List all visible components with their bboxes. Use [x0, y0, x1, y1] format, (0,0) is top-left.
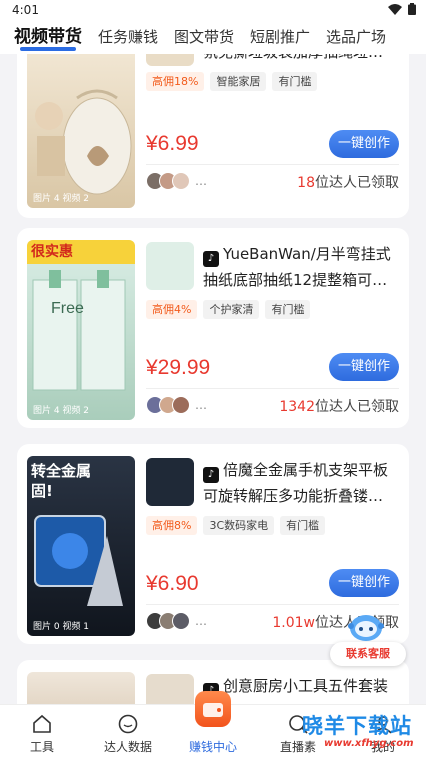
tab-product-square[interactable]: 选品广场 [326, 20, 386, 54]
product-card[interactable]: 图片 4 视频 2 氛免撕垃圾袋加厚抽绳垃… 高佣18% 智能家居 有门槛 ¥6… [17, 54, 409, 218]
title-text: YueBanWan/月半弯挂式 [223, 245, 391, 263]
divider [146, 604, 399, 605]
claimed-number: 1.01w [272, 615, 315, 631]
thumbnail-media-count: 图片 0 视频 1 [33, 622, 90, 632]
category-tag: 个护家清 [203, 300, 260, 319]
nav-label: 赚钱中心 [188, 740, 237, 754]
claimed-suffix: 位达人已领取 [315, 175, 399, 191]
product-title-line1: ♪ 倍魔全金属手机支架平板 [203, 458, 399, 483]
nav-creator-data[interactable]: 达人数据 [86, 705, 170, 759]
commission-tag: 高佣8% [146, 516, 198, 535]
product-title-line2: 抽纸底部抽纸12提整箱可… [203, 271, 388, 289]
tab-video-sales[interactable]: 视频带货 [14, 20, 82, 54]
product-tags: 高佣8% 3C数码家电 有门槛 [146, 516, 326, 535]
avatars-more: … [195, 174, 207, 188]
wifi-icon [388, 3, 402, 15]
claimed-number: 18 [297, 175, 315, 191]
product-tags: 高佣18% 智能家居 有门槛 [146, 72, 318, 91]
threshold-tag: 有门槛 [280, 516, 326, 535]
product-price: ¥29.99 [146, 356, 211, 379]
robot-icon [348, 615, 384, 641]
trash-bag-product-image [35, 89, 132, 195]
product-sub-image [146, 54, 194, 66]
tissue-box-product-image [32, 270, 126, 391]
tablet-stand-product-image [34, 515, 123, 606]
product-price: ¥6.90 [146, 572, 199, 595]
product-tags: 高佣4% 个护家清 有门槛 [146, 300, 311, 319]
product-sub-image [146, 674, 194, 704]
product-price: ¥6.99 [146, 132, 199, 155]
title-text: 倍魔全金属手机支架平板 [223, 461, 389, 479]
product-thumbnail[interactable]: 图片 4 视频 2 [27, 54, 135, 208]
thumbnail-brand: Free [51, 300, 84, 317]
category-tag: 3C数码家电 [203, 516, 275, 535]
product-title-line1: ♪创意厨房小工具五件套装 [203, 674, 399, 699]
create-button[interactable]: 一键创作 [329, 353, 399, 381]
avatar [172, 612, 190, 630]
product-sub-image [146, 242, 194, 290]
tiktok-icon: ♪ [203, 251, 219, 267]
product-thumbnail[interactable]: 很实惠 Free 图片 4 视频 2 [27, 240, 135, 420]
claimed-count: 18位达人已领取 [297, 172, 399, 192]
product-card[interactable]: 很实惠 Free 图片 4 视频 2 ♪ YueBanWan/月半弯挂式 抽纸底部… [17, 228, 409, 428]
tab-task-earn[interactable]: 任务赚钱 [98, 20, 158, 54]
claimed-count: 1342位达人已领取 [279, 396, 399, 416]
product-thumbnail[interactable] [27, 672, 135, 704]
avatar [172, 396, 190, 414]
creator-avatars: … [146, 172, 207, 190]
nav-label: 达人数据 [103, 740, 152, 754]
nav-earn-center[interactable]: 赚钱中心 [171, 691, 255, 759]
commission-tag: 高佣18% [146, 72, 205, 91]
threshold-tag: 有门槛 [272, 72, 318, 91]
product-title: 氛免撕垃圾袋加厚抽绳垃… [203, 54, 399, 65]
status-icons [388, 3, 416, 15]
create-button[interactable]: 一键创作 [329, 130, 399, 158]
product-feed: 图片 4 视频 2 氛免撕垃圾袋加厚抽绳垃… 高佣18% 智能家居 有门槛 ¥6… [0, 54, 426, 704]
nav-tools[interactable]: 工具 [0, 705, 84, 759]
battery-icon [408, 3, 416, 15]
status-time: 4:01 [12, 3, 39, 17]
creator-avatars: … [146, 612, 207, 630]
title-text: 创意厨房小工具五件套装 [223, 677, 389, 695]
product-title-line2: 可旋转解压多功能折叠镂… [203, 487, 384, 505]
status-bar: 4:01 [0, 0, 426, 20]
category-tag: 智能家居 [210, 72, 267, 91]
threshold-tag: 有门槛 [265, 300, 311, 319]
top-tabs: 视频带货 任务赚钱 图文带货 短剧推广 选品广场 [0, 20, 426, 54]
site-watermark: 晓羊下载站 www.xfhyg.com [296, 710, 424, 756]
product-thumbnail[interactable]: 转全金属 固! 图片 0 视频 1 [27, 456, 135, 636]
tab-short-drama[interactable]: 短剧推广 [250, 20, 310, 54]
thumbnail-media-count: 图片 4 视频 2 [33, 406, 90, 416]
home-icon [33, 714, 51, 733]
avatars-more: … [195, 614, 207, 628]
tab-image-text-sales[interactable]: 图文带货 [174, 20, 234, 54]
create-button[interactable]: 一键创作 [329, 569, 399, 597]
tiktok-icon: ♪ [203, 467, 219, 483]
divider [146, 388, 399, 389]
avatars-more: … [195, 398, 207, 412]
chat-icon [118, 714, 138, 734]
nav-label: 工具 [29, 740, 54, 754]
customer-service-label: 联系客服 [330, 642, 406, 666]
avatar [172, 172, 190, 190]
claimed-number: 1342 [279, 399, 315, 415]
product-title-line1: ♪ YueBanWan/月半弯挂式 [203, 242, 399, 267]
divider [146, 164, 399, 165]
product-sub-image [146, 458, 194, 506]
commission-tag: 高佣4% [146, 300, 198, 319]
creator-avatars: … [146, 396, 207, 414]
thumbnail-media-count: 图片 4 视频 2 [33, 194, 90, 204]
watermark-url: www.xfhyg.com [324, 738, 414, 749]
customer-service-button[interactable]: 联系客服 [330, 610, 406, 666]
watermark-text: 晓羊下载站 [302, 714, 412, 738]
claimed-suffix: 位达人已领取 [315, 399, 399, 415]
wallet-icon [195, 691, 231, 727]
